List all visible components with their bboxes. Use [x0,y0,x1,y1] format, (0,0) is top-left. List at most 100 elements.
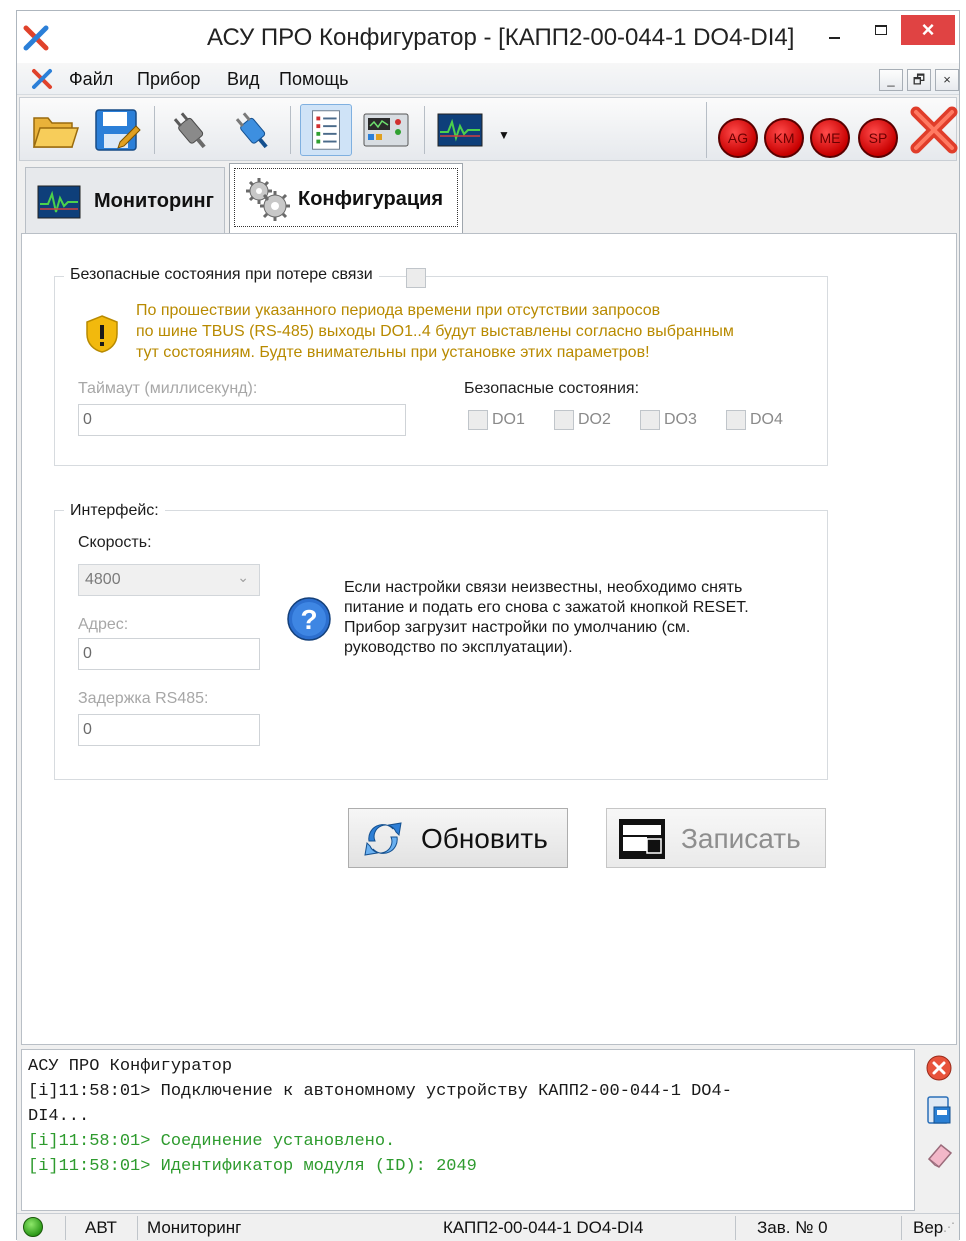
copy-log-icon[interactable] [923,1093,955,1127]
do2-label: DO2 [578,411,611,428]
refresh-button[interactable]: Обновить [348,808,568,868]
clear-log-icon[interactable] [923,1051,955,1085]
indicator-me: ME [810,118,850,158]
refresh-icon [364,822,402,856]
close-icon: × [921,17,935,42]
chevron-down-icon: ⌄ [237,569,249,585]
chevron-down-icon[interactable]: ▼ [498,128,510,142]
menu-view[interactable]: Вид [227,69,260,90]
svg-text:?: ? [300,604,317,635]
log-line: [i]11:58:01> Подключение к автономному у… [28,1082,732,1101]
warning-line-3: тут состояниям. Будте внимательны при ус… [136,344,650,361]
status-device: КАПП2-00-044-1 DO4-DI4 [443,1218,644,1237]
menu-file[interactable]: Файл [69,69,113,90]
indicator-sp: SP [858,118,898,158]
timeout-label: Таймаут (миллисекунд): [78,380,258,397]
do4-label: DO4 [750,411,783,428]
info-line-4: руководство по эксплуатации). [344,639,573,656]
speed-label: Скорость: [78,534,152,551]
open-folder-icon[interactable] [28,104,80,156]
configuration-panel: Безопасные состояния при потере связи По… [21,233,957,1045]
do4-checkbox[interactable] [726,410,746,430]
rs485-delay-label: Задержка RS485: [78,690,209,707]
minimize-button[interactable] [815,17,855,49]
info-line-1: Если настройки связи неизвестны, необход… [344,579,743,596]
warning-line-1: По прошествии указанного периода времени… [136,302,661,319]
resize-grip-icon[interactable]: ⋰ [943,1220,955,1234]
toolbar-separator [706,102,707,158]
save-icon[interactable] [90,104,142,156]
maximize-icon [875,25,887,35]
indicator-ag: AG [718,118,758,158]
help-question-icon: ? [287,597,331,641]
gears-icon [246,178,290,221]
tab-monitoring[interactable]: Мониторинг [25,167,225,233]
status-separator [65,1216,66,1240]
do2-checkbox[interactable] [554,410,574,430]
write-button[interactable]: Записать [606,808,826,868]
title-bar: АСУ ПРО Конфигуратор - [КАПП2-00-044-1 D… [17,11,959,63]
timeout-input[interactable]: 0 [78,404,406,436]
mdi-close-button[interactable]: × [935,69,959,91]
tab-configuration[interactable]: Конфигурация [229,163,463,235]
menu-device[interactable]: Прибор [137,69,200,90]
status-version: Вер [913,1218,944,1237]
log-line: DI4... [28,1107,90,1126]
write-button-label: Записать [681,823,801,854]
safe-states-legend: Безопасные состояния при потере связи [64,266,379,284]
mdi-restore-button[interactable]: 🗗 [907,69,931,91]
status-mode: АВТ [85,1218,117,1237]
toolbar-separator [424,106,425,154]
connect-plug-icon[interactable] [226,104,278,156]
do3-label: DO3 [664,411,697,428]
do1-label: DO1 [492,411,525,428]
checklist-icon[interactable] [300,104,352,156]
do1-checkbox[interactable] [468,410,488,430]
window-title: АСУ ПРО Конфигуратор - [КАПП2-00-044-1 D… [207,24,795,51]
speed-select-value: 4800 [85,571,121,588]
app-menu-icon[interactable] [31,68,53,90]
refresh-button-label: Обновить [421,823,548,854]
log-output[interactable]: АСУ ПРО Конфигуратор [i]11:58:01> Подклю… [21,1049,915,1211]
status-separator [735,1216,736,1240]
log-line: АСУ ПРО Конфигуратор [28,1057,233,1076]
tab-configuration-label: Конфигурация [298,188,444,210]
maximize-button[interactable] [861,17,901,49]
status-bar: АВТ Мониторинг КАПП2-00-044-1 DO4-DI4 За… [17,1213,959,1241]
tab-monitoring-label: Мониторинг [94,190,214,212]
status-separator [137,1216,138,1240]
log-line: [i]11:58:01> Соединение установлено. [28,1132,396,1151]
device-panel-icon[interactable] [360,104,412,156]
toolbar-separator [290,106,291,154]
connection-status-icon [23,1217,43,1237]
toolbar: ▼ AG KM ME SP [19,97,958,161]
warning-shield-icon [86,315,118,353]
close-button[interactable]: × [901,15,955,45]
eraser-icon[interactable] [923,1137,955,1171]
address-label: Адрес: [78,616,129,633]
main-window: АСУ ПРО Конфигуратор - [КАПП2-00-044-1 D… [16,10,960,1241]
safe-states-enable-checkbox[interactable] [406,268,426,288]
interface-legend: Интерфейс: [64,502,165,520]
log-line: [i]11:58:01> Идентификатор модуля (ID): … [28,1157,477,1176]
toolbar-separator [154,106,155,154]
safe-states-label: Безопасные состояния: [464,380,640,397]
status-serial: Зав. № 0 [757,1218,828,1237]
info-line-2: питание и подать его снова с зажатой кно… [344,599,749,616]
disconnect-all-icon[interactable] [906,102,962,158]
monitoring-chart-icon[interactable] [434,104,486,156]
do3-checkbox[interactable] [640,410,660,430]
minimize-icon [829,37,840,39]
status-separator [901,1216,902,1240]
status-view: Мониторинг [147,1218,242,1237]
speed-select[interactable]: 4800 ⌄ [78,564,260,596]
rs485-delay-input[interactable]: 0 [78,714,260,746]
mdi-minimize-button[interactable]: _ [879,69,903,91]
address-input[interactable]: 0 [78,638,260,670]
info-line-3: Прибор загрузит настройки по умолчанию (… [344,619,691,636]
menu-bar: Файл Прибор Вид Помощь _ 🗗 × [17,63,959,95]
write-to-device-icon [619,819,665,859]
indicator-km: KM [764,118,804,158]
disconnect-plug-icon[interactable] [164,104,216,156]
menu-help[interactable]: Помощь [279,69,349,90]
